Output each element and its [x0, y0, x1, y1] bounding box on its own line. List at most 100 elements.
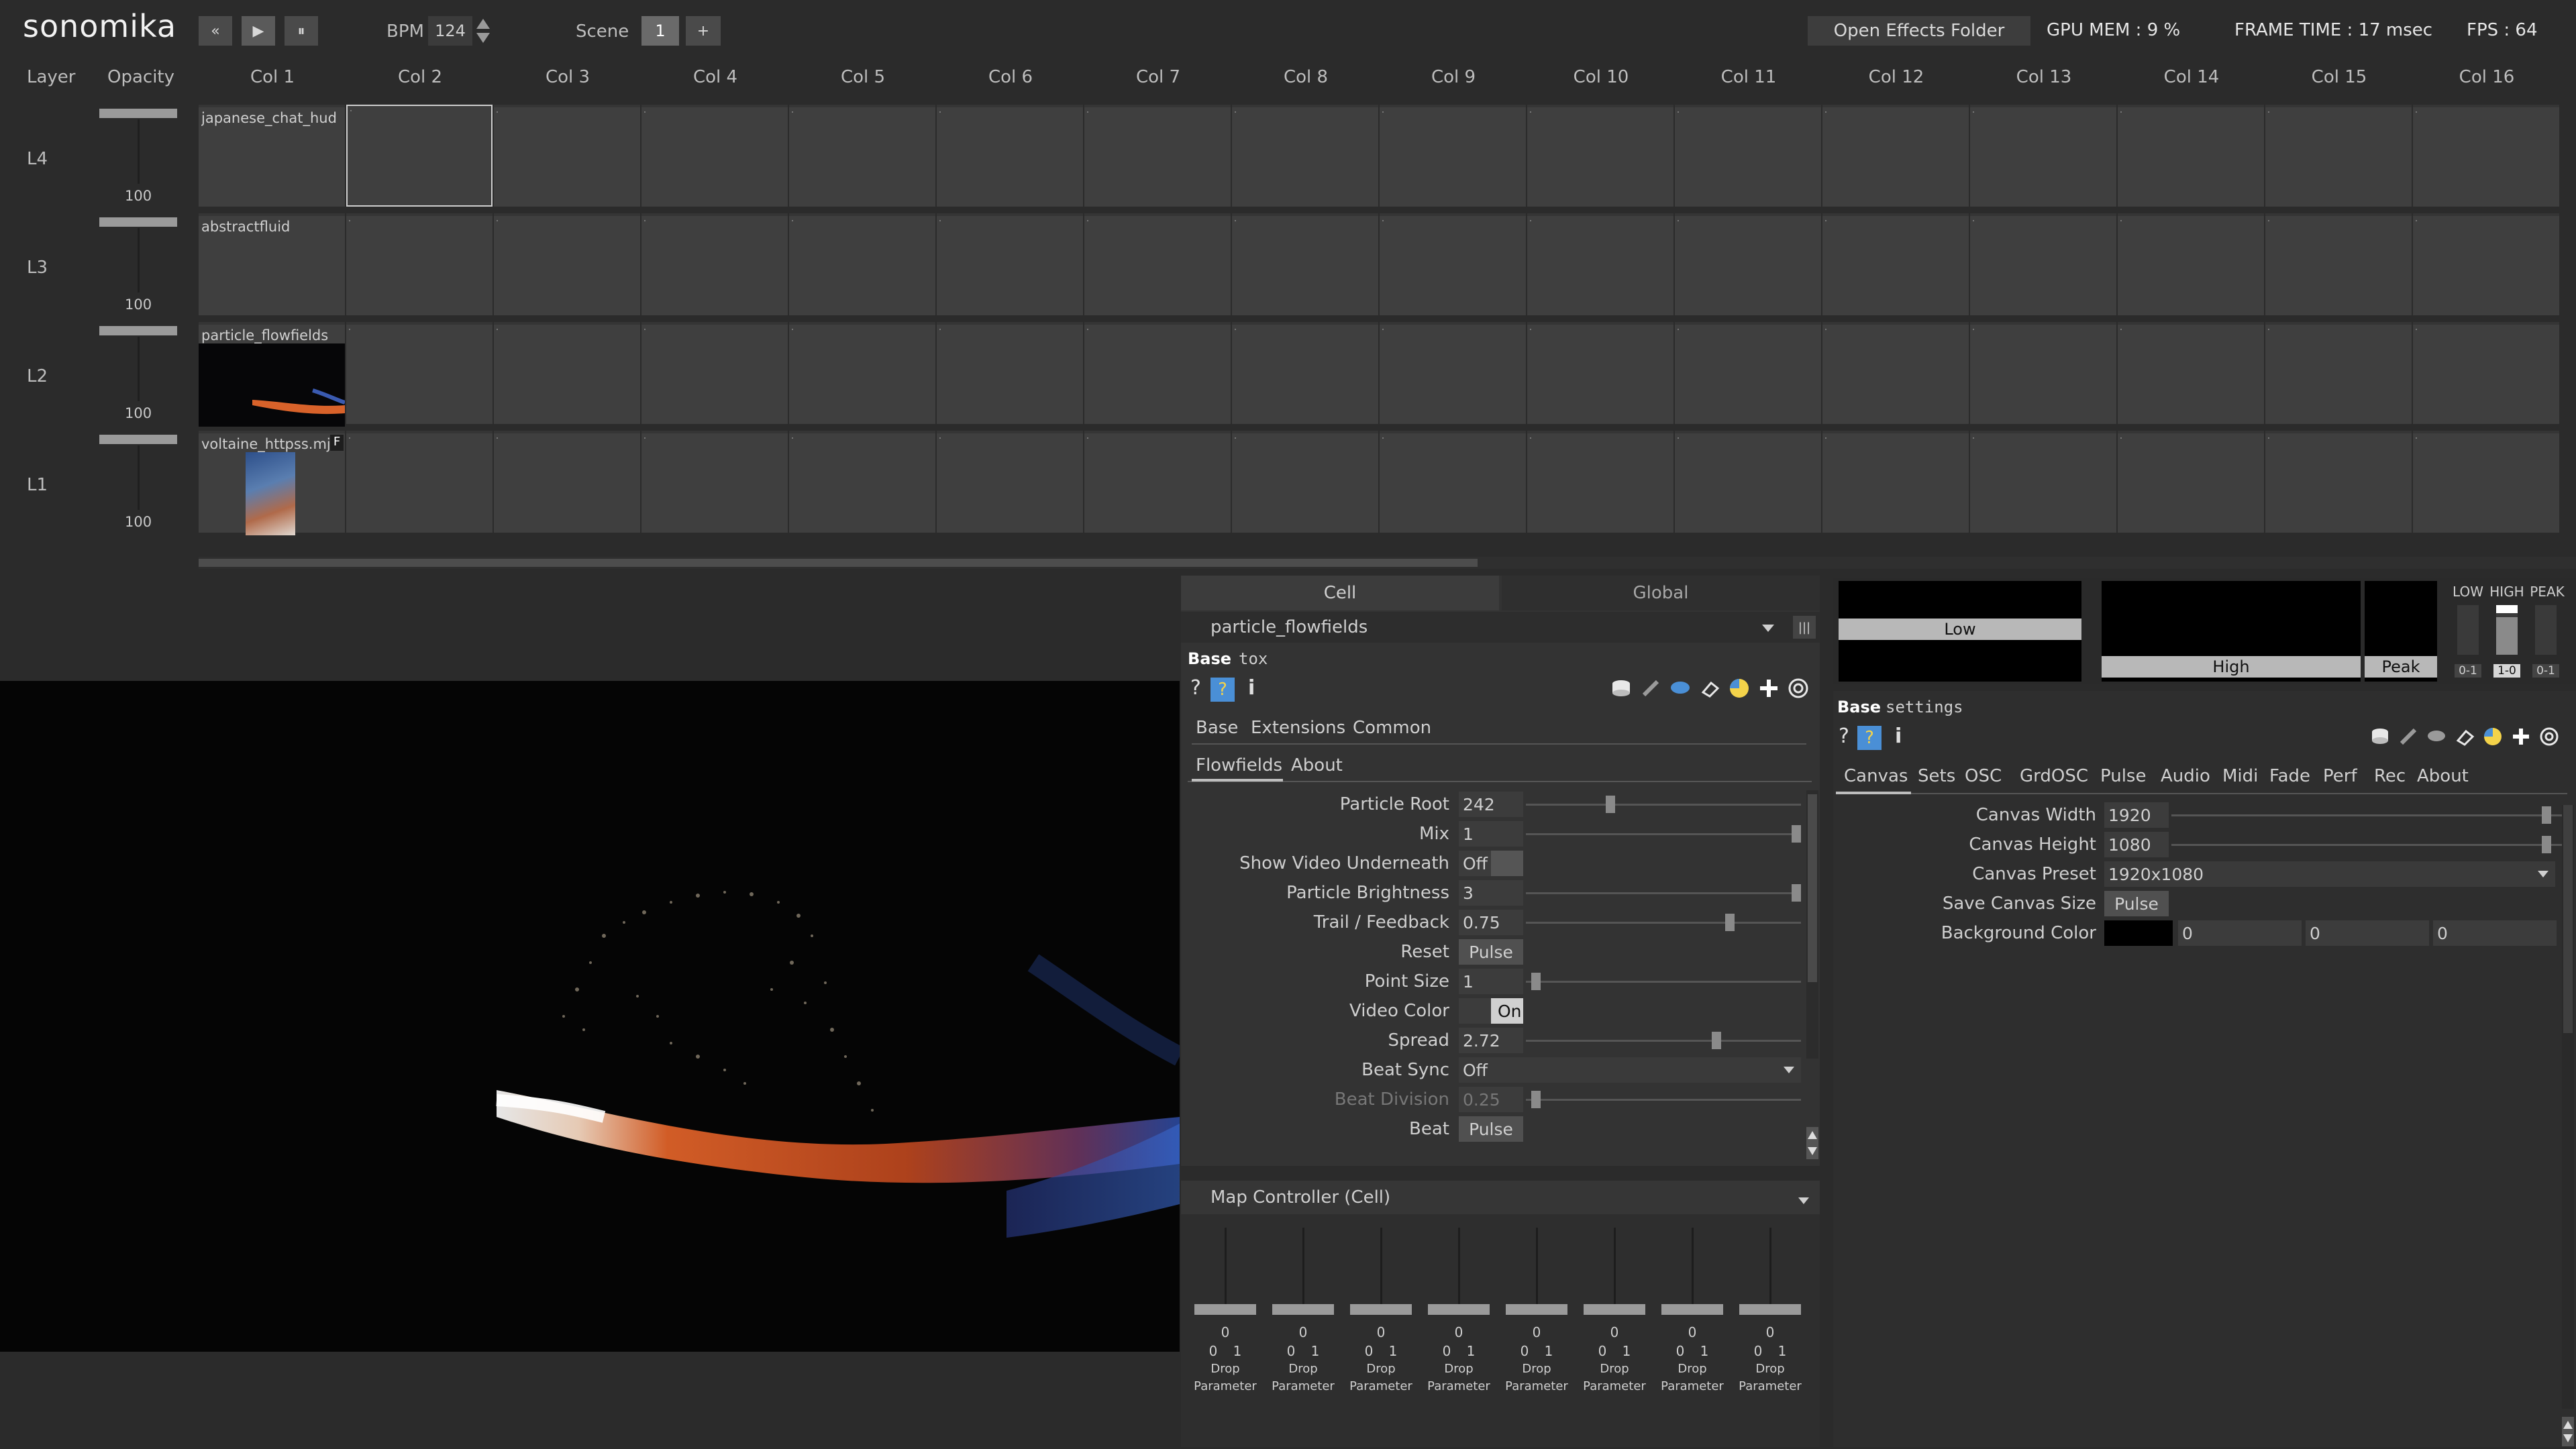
clip-cell[interactable]: japanese_chat_hud	[199, 105, 345, 207]
clip-cell[interactable]	[2413, 105, 2559, 207]
column-header[interactable]: Col 15	[2265, 67, 2413, 87]
fader-min[interactable]: 0	[1439, 1343, 1455, 1359]
fader-max[interactable]: 1	[1463, 1343, 1479, 1359]
settings-tab[interactable]: Canvas	[1844, 766, 1908, 786]
bpm-stepper-icon[interactable]	[475, 17, 491, 44]
param-slider-knob[interactable]	[1605, 796, 1615, 813]
map-fader[interactable]: 0 0 1 Drop Parameter	[1581, 1228, 1648, 1442]
opacity-slider[interactable]	[99, 109, 177, 118]
settings-tab[interactable]: About	[2417, 766, 2469, 786]
fader-min[interactable]: 0	[1750, 1343, 1766, 1359]
param-value-field[interactable]: 1	[1459, 821, 1523, 847]
clip-cell[interactable]	[2413, 431, 2559, 533]
target-icon[interactable]	[1788, 678, 1809, 702]
param-toggle[interactable]: On	[1459, 998, 1523, 1024]
background-color-r[interactable]: 0	[2178, 920, 2302, 946]
clip-cell[interactable]	[1970, 431, 2116, 533]
clip-cell[interactable]	[1527, 213, 1673, 315]
play-button[interactable]: ▶	[242, 16, 275, 46]
settings-tab[interactable]: Fade	[2269, 766, 2310, 786]
param-slider[interactable]	[1526, 892, 1801, 894]
comment-icon[interactable]	[1669, 678, 1691, 702]
clip-cell[interactable]	[1084, 213, 1231, 315]
clip-cell[interactable]	[2118, 105, 2264, 207]
map-fader[interactable]: 0 0 1 Drop Parameter	[1659, 1228, 1726, 1442]
clip-cell[interactable]	[1084, 105, 1231, 207]
target-icon[interactable]	[2539, 727, 2559, 749]
clip-cell[interactable]	[2413, 213, 2559, 315]
clip-cell[interactable]	[1822, 213, 1969, 315]
clip-cell[interactable]	[789, 213, 935, 315]
fader-handle[interactable]	[1272, 1304, 1334, 1315]
plus-icon[interactable]	[2511, 727, 2531, 749]
clip-cell[interactable]	[789, 105, 935, 207]
param-slider-knob[interactable]	[1792, 884, 1801, 902]
tab-cell[interactable]: Cell	[1181, 576, 1499, 610]
map-fader[interactable]: 0 0 1 Drop Parameter	[1347, 1228, 1414, 1442]
background-color-swatch[interactable]	[2104, 920, 2173, 946]
clip-cell[interactable]	[1675, 431, 1821, 533]
param-pulse-button[interactable]: Pulse	[1459, 939, 1523, 965]
subtab-extensions[interactable]: Extensions	[1251, 718, 1345, 738]
column-header[interactable]: Col 2	[346, 67, 494, 87]
column-header[interactable]: Col 13	[1970, 67, 2118, 87]
fader-handle[interactable]	[1194, 1304, 1256, 1315]
canvas-height-knob[interactable]	[2542, 836, 2551, 853]
canvas-height-field[interactable]: 1080	[2104, 832, 2169, 857]
fader-handle[interactable]	[1428, 1304, 1490, 1315]
clip-cell[interactable]	[1527, 322, 1673, 424]
param-toggle[interactable]: Off	[1459, 851, 1523, 876]
param-value-field[interactable]: 1	[1459, 969, 1523, 994]
clip-cell[interactable]	[641, 431, 788, 533]
clip-cell[interactable]	[2265, 322, 2412, 424]
clip-cell[interactable]	[1232, 213, 1378, 315]
fader-min[interactable]: 0	[1672, 1343, 1688, 1359]
database-icon[interactable]	[2370, 727, 2390, 749]
layer-label[interactable]: L2	[27, 366, 74, 386]
map-fader[interactable]: 0 0 1 Drop Parameter	[1192, 1228, 1259, 1442]
clip-cell[interactable]	[1380, 322, 1526, 424]
scroll-arrows-icon[interactable]	[1806, 1127, 1818, 1159]
background-color-b[interactable]: 0	[2433, 920, 2557, 946]
python-help-icon[interactable]: ?	[1210, 678, 1235, 702]
clip-cell[interactable]	[2413, 322, 2559, 424]
eraser-icon[interactable]	[1699, 678, 1720, 702]
fader-handle[interactable]	[1506, 1304, 1567, 1315]
clip-cell[interactable]	[2118, 322, 2264, 424]
param-pulse-button[interactable]: Pulse	[1459, 1116, 1523, 1142]
info-icon[interactable]: i	[1248, 676, 1255, 700]
map-fader[interactable]: 0 0 1 Drop Parameter	[1503, 1228, 1570, 1442]
clip-cell[interactable]	[2118, 213, 2264, 315]
bpm-field[interactable]: 124	[428, 16, 472, 46]
column-header[interactable]: Col 4	[641, 67, 789, 87]
clip-cell[interactable]	[2265, 213, 2412, 315]
high-range-toggle[interactable]: 1-0	[2493, 664, 2520, 678]
column-header[interactable]: Col 1	[199, 67, 346, 87]
layer-label[interactable]: L3	[27, 258, 74, 278]
canvas-width-slider[interactable]	[2171, 814, 2562, 816]
column-header[interactable]: Col 12	[1822, 67, 1970, 87]
clip-cell[interactable]	[494, 431, 640, 533]
fader-handle[interactable]	[1739, 1304, 1801, 1315]
fader-handle[interactable]	[1584, 1304, 1645, 1315]
menu-icon[interactable]: |||	[1793, 616, 1816, 639]
map-fader[interactable]: 0 0 1 Drop Parameter	[1270, 1228, 1337, 1442]
clip-cell[interactable]	[1970, 213, 2116, 315]
clip-cell[interactable]	[494, 213, 640, 315]
settings-help-icon[interactable]: ?	[1839, 724, 1849, 748]
settings-tab[interactable]: OSC	[1965, 766, 2002, 786]
clip-cell[interactable]	[937, 105, 1083, 207]
param-slider-knob[interactable]	[1712, 1032, 1722, 1049]
clip-cell[interactable]	[1970, 105, 2116, 207]
clip-cell[interactable]	[1822, 322, 1969, 424]
scene-field[interactable]: 1	[641, 16, 679, 46]
database-icon[interactable]	[1610, 678, 1632, 702]
python-icon[interactable]	[2483, 727, 2503, 749]
python-icon[interactable]	[1729, 678, 1750, 702]
fader-max[interactable]: 1	[1385, 1343, 1401, 1359]
pencil-icon[interactable]	[1640, 678, 1661, 702]
fader-min[interactable]: 0	[1594, 1343, 1610, 1359]
clip-cell[interactable]	[494, 322, 640, 424]
param-value-field[interactable]: 3	[1459, 880, 1523, 906]
clip-cell[interactable]	[2118, 431, 2264, 533]
